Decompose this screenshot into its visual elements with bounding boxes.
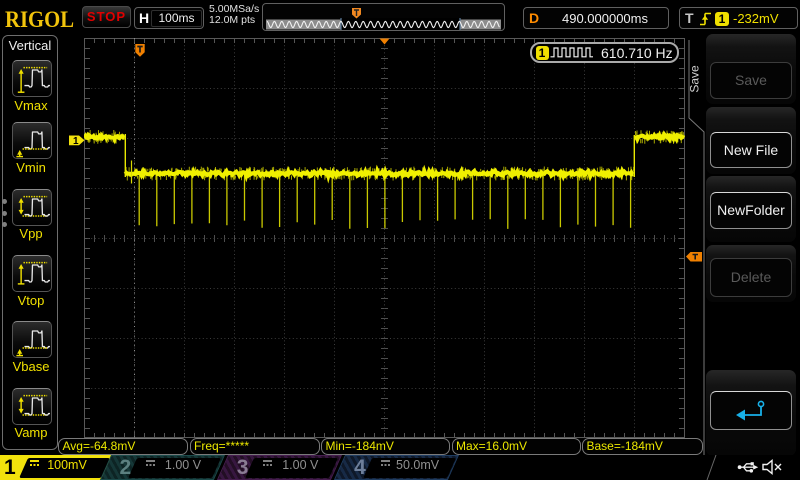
svg-text:1: 1	[73, 136, 79, 146]
